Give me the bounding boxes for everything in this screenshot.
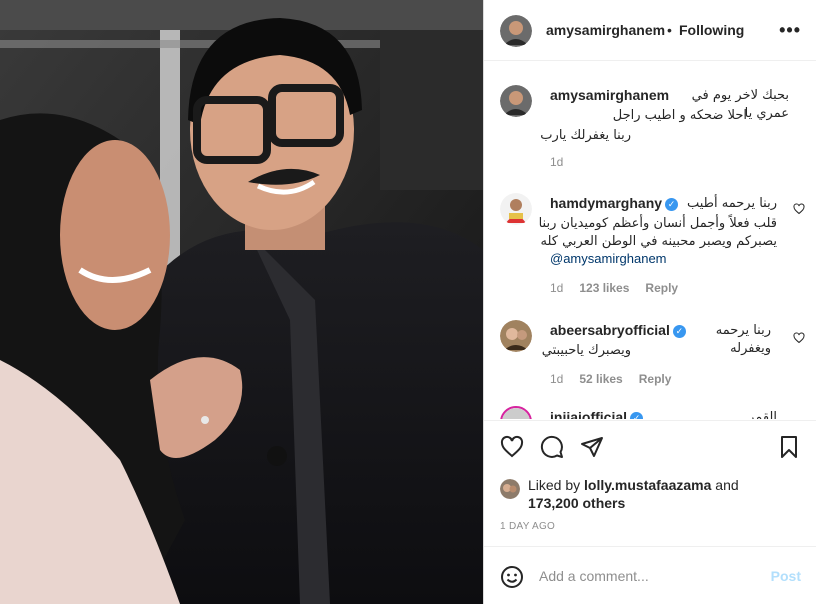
comment-text-line: ويصبرك ياحبيبتي	[541, 343, 631, 358]
comment-meta: 1d 123 likes Reply	[550, 281, 678, 295]
like-heart-icon[interactable]	[500, 435, 524, 459]
like-comment-heart-icon[interactable]	[793, 332, 805, 344]
comment-text-line: قلب فعلاً وأجمل أنسان وأعظم كوميديان ربن…	[538, 216, 777, 231]
like-comment-heart-icon[interactable]	[793, 203, 805, 215]
emoji-smiley-icon[interactable]	[500, 565, 524, 589]
comment-time[interactable]: 1d	[550, 372, 563, 386]
more-options-icon[interactable]: •••	[779, 20, 801, 41]
liked-by-text: Liked by lolly.mustafaazama and 173,200 …	[528, 477, 739, 511]
post-side-panel: amysamirghanem • Following ••• amysamirg…	[483, 0, 816, 604]
author-username[interactable]: amysamirghanem	[546, 22, 665, 38]
post-actions-bar	[484, 420, 816, 468]
post-timestamp[interactable]: 1 DAY AGO	[500, 521, 555, 532]
comment-text-line: القمر	[748, 410, 777, 419]
photo-illustration	[0, 0, 483, 604]
others-link[interactable]: 173,200 others	[528, 495, 625, 511]
comment-username[interactable]: abeersabryofficial ✓	[550, 322, 686, 338]
comment-text-line: يصبركم ويصبر محبينه في الوطن العربي كله	[540, 234, 778, 249]
verified-badge-icon: ✓	[630, 411, 644, 419]
comment-text-line: ربنا يرحمه أطيب	[686, 196, 777, 211]
share-send-icon[interactable]	[580, 435, 604, 459]
liked-by-user-link[interactable]: lolly.mustafaazama	[584, 477, 711, 493]
comment-text-line: ربنا يرحمه ويغفرله	[715, 323, 771, 356]
add-comment-input[interactable]: Add a comment...	[539, 568, 649, 584]
reply-button[interactable]: Reply	[645, 281, 678, 295]
comment-likes[interactable]: 52 likes	[579, 372, 622, 386]
author-avatar[interactable]	[500, 15, 532, 47]
add-comment-bar: Add a comment... Post	[484, 546, 816, 604]
comment-avatar[interactable]	[500, 406, 532, 419]
avatar-photo	[502, 408, 530, 419]
separator-dot: •	[667, 22, 672, 38]
caption-line-2: احلا ضحكه و اطيب راجل	[612, 108, 747, 123]
following-button[interactable]: Following	[679, 22, 744, 38]
post-modal: amysamirghanem • Following ••• amysamirg…	[0, 0, 816, 604]
comment-likes[interactable]: 123 likes	[579, 281, 629, 295]
comments-list[interactable]: amysamirghanem بحبك لاخر يوم في عمري يا …	[484, 61, 816, 419]
comment-username[interactable]: hamdymarghany ✓	[550, 195, 679, 211]
post-comment-button[interactable]: Post	[771, 568, 801, 584]
comment-bubble-icon[interactable]	[540, 435, 564, 459]
post-header: amysamirghanem • Following •••	[484, 0, 816, 61]
save-bookmark-icon[interactable]	[777, 435, 801, 459]
caption-line-3: ربنا يغفرلك يارب	[540, 128, 631, 143]
comment-username[interactable]: injiaiofficial ✓	[550, 409, 644, 419]
comment-meta: 1d 52 likes Reply	[550, 372, 671, 386]
reply-button[interactable]: Reply	[639, 372, 672, 386]
avatar-photo	[500, 479, 520, 499]
comment-time[interactable]: 1d	[550, 281, 563, 295]
post-photo[interactable]	[0, 0, 483, 604]
mention-link[interactable]: @amysamirghanem	[550, 251, 667, 266]
avatar-photo	[500, 15, 532, 47]
liked-by-avatar[interactable]	[500, 479, 520, 499]
caption-username[interactable]: amysamirghanem	[550, 87, 669, 103]
caption-time[interactable]: 1d	[550, 155, 563, 169]
